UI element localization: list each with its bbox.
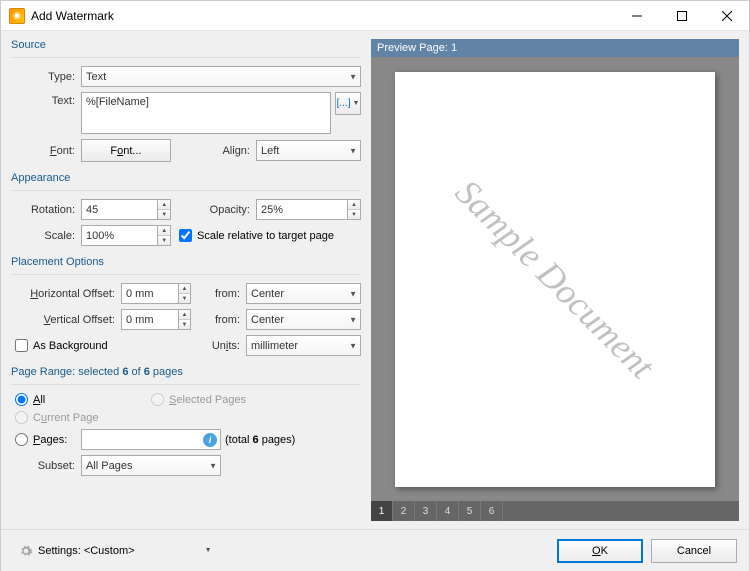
close-button[interactable]	[704, 1, 749, 30]
appearance-group: Appearance Rotation: ▲▼ Opacity: ▲▼ Scal…	[11, 172, 361, 246]
as-background-checkbox[interactable]	[15, 339, 28, 352]
page-tab-4[interactable]: 4	[437, 501, 459, 521]
appearance-title: Appearance	[11, 172, 361, 184]
range-total-label: (total 6 pages)	[225, 434, 295, 446]
preview-header: Preview Page: 1	[371, 39, 739, 57]
page-tab-1[interactable]: 1	[371, 501, 393, 521]
opacity-spinner[interactable]: ▲▼	[256, 199, 361, 220]
spin-up-icon[interactable]: ▲	[179, 310, 190, 320]
font-label: Font:	[11, 145, 81, 157]
spin-down-icon[interactable]: ▼	[179, 294, 190, 303]
spin-up-icon[interactable]: ▲	[348, 200, 360, 210]
titlebar: ◉ Add Watermark	[1, 1, 749, 31]
info-icon: i	[203, 433, 217, 447]
text-label: Text:	[11, 92, 81, 107]
preview-page-tabs: 1 2 3 4 5 6	[371, 501, 739, 521]
voff-label: Vertical Offset:	[11, 314, 121, 326]
source-group: Source Type: ▼ Text: %[FileName] [...]▼ …	[11, 39, 361, 162]
spin-down-icon[interactable]: ▼	[158, 210, 170, 219]
settings-label: Settings:	[38, 545, 81, 557]
page-tab-5[interactable]: 5	[459, 501, 481, 521]
font-button[interactable]: Font...	[81, 139, 171, 162]
text-input[interactable]: %[FileName]	[81, 92, 331, 134]
spin-down-icon[interactable]: ▼	[179, 320, 190, 329]
hfrom-label: from:	[191, 288, 246, 300]
type-select[interactable]: ▼	[81, 66, 361, 87]
range-group: Page Range: selected 6 of 6 pages All Se…	[11, 366, 361, 476]
ok-button[interactable]: OK	[557, 539, 643, 563]
placement-group: Placement Options Horizontal Offset: ▲▼ …	[11, 256, 361, 356]
cancel-button[interactable]: Cancel	[651, 539, 737, 563]
range-pages-radio[interactable]	[15, 433, 28, 446]
source-title: Source	[11, 39, 361, 51]
range-all-radio[interactable]	[15, 393, 28, 406]
footer: Settings: <Custom> ▼ OK Cancel	[1, 529, 749, 571]
subset-label: Subset:	[11, 460, 81, 472]
minimize-icon	[632, 11, 642, 21]
align-label: Align:	[171, 145, 256, 157]
scale-relative-label: Scale relative to target page	[197, 230, 334, 242]
units-select[interactable]: ▼	[246, 335, 361, 356]
watermark-sample: Sample Document	[447, 171, 663, 387]
spin-up-icon[interactable]: ▲	[158, 226, 170, 236]
vfrom-label: from:	[191, 314, 246, 326]
range-title: Page Range: selected 6 of 6 pages	[11, 366, 361, 378]
align-select[interactable]: ▼	[256, 140, 361, 161]
as-background-label: As Background	[33, 340, 108, 352]
opacity-label: Opacity:	[171, 204, 256, 216]
range-selected-radio	[151, 393, 164, 406]
units-label: Units:	[191, 340, 246, 352]
hoff-label: Horizontal Offset:	[11, 288, 121, 300]
maximize-icon	[677, 11, 687, 21]
spin-up-icon[interactable]: ▲	[158, 200, 170, 210]
scale-label: Scale:	[11, 230, 81, 242]
scale-spinner[interactable]: ▲▼	[81, 225, 171, 246]
hfrom-select[interactable]: ▼	[246, 283, 361, 304]
hoff-spinner[interactable]: ▲▼	[121, 283, 191, 304]
page-tab-2[interactable]: 2	[393, 501, 415, 521]
preview-page: Sample Document	[395, 72, 715, 487]
settings-dropdown[interactable]: Settings: <Custom> ▼	[13, 540, 217, 562]
range-selected-label: Selected Pages	[169, 394, 246, 406]
range-pages-input[interactable]	[81, 429, 221, 450]
chevron-down-icon: ▼	[205, 547, 212, 554]
app-icon: ◉	[9, 8, 25, 24]
rotation-label: Rotation:	[11, 204, 81, 216]
rotation-spinner[interactable]: ▲▼	[81, 199, 171, 220]
vfrom-select[interactable]: ▼	[246, 309, 361, 330]
preview-area: Sample Document	[371, 57, 739, 501]
spin-up-icon[interactable]: ▲	[179, 284, 190, 294]
type-label: Type:	[11, 71, 81, 83]
placement-title: Placement Options	[11, 256, 361, 268]
scale-relative-checkbox[interactable]	[179, 229, 192, 242]
range-current-label: Current Page	[33, 412, 98, 424]
spin-down-icon[interactable]: ▼	[348, 210, 360, 219]
macro-button[interactable]: [...]▼	[335, 92, 361, 115]
settings-value: <Custom>	[84, 545, 135, 557]
voff-spinner[interactable]: ▲▼	[121, 309, 191, 330]
page-tab-3[interactable]: 3	[415, 501, 437, 521]
subset-select[interactable]: ▼	[81, 455, 221, 476]
window-title: Add Watermark	[31, 9, 614, 23]
page-tab-6[interactable]: 6	[481, 501, 503, 521]
minimize-button[interactable]	[614, 1, 659, 30]
spin-down-icon[interactable]: ▼	[158, 236, 170, 245]
close-icon	[722, 11, 732, 21]
range-pages-label: Pages:	[33, 434, 67, 446]
range-all-label: All	[33, 394, 45, 406]
maximize-button[interactable]	[659, 1, 704, 30]
gear-icon	[18, 543, 34, 559]
range-current-radio	[15, 411, 28, 424]
